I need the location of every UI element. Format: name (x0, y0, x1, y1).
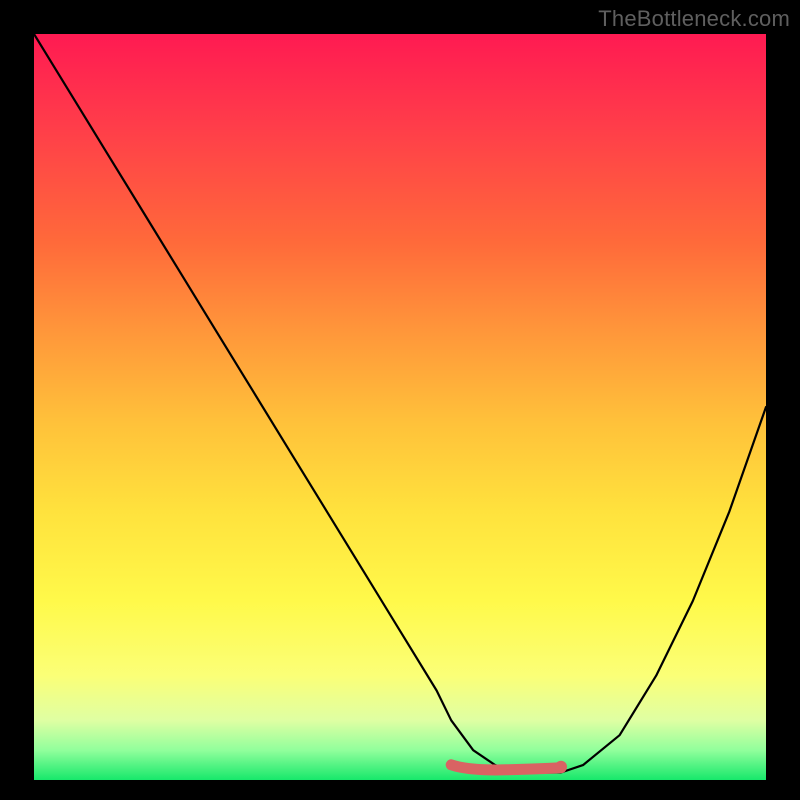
chart-series-curve (34, 34, 766, 773)
highlight-segment (451, 765, 561, 770)
chart-frame (34, 34, 766, 780)
chart-highlight (451, 761, 567, 773)
highlight-endpoint-dot (555, 761, 567, 773)
curve-path (34, 34, 766, 773)
watermark-text: TheBottleneck.com (598, 6, 790, 32)
chart-plot (34, 34, 766, 780)
